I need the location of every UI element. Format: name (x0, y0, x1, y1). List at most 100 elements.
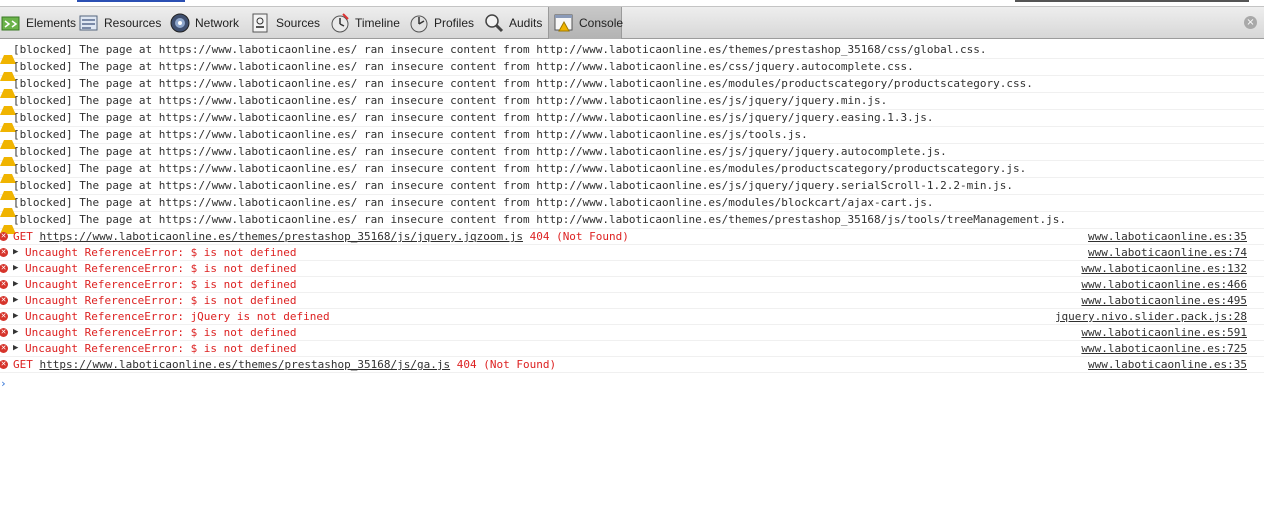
message-prefix: [blocked] The page at (13, 111, 159, 124)
source-link[interactable]: www.laboticaonline.es:74 (1088, 245, 1247, 260)
message-prefix: [blocked] The page at (13, 60, 159, 73)
console-warning-row: [blocked] The page at https://www.laboti… (0, 144, 1264, 166)
timeline-icon (329, 12, 351, 34)
expand-triangle-icon[interactable]: ▶ (13, 341, 18, 356)
expand-triangle-icon[interactable]: ▶ (13, 325, 18, 340)
audits-icon (483, 12, 505, 34)
page-url: https://www.laboticaonline.es/ (158, 162, 358, 175)
http-method: GET (13, 358, 40, 371)
message-prefix: [blocked] The page at (13, 94, 159, 107)
source-link[interactable]: www.laboticaonline.es:495 (1081, 293, 1247, 308)
message-mid: ran insecure content from (357, 145, 537, 158)
console-error-row: ✕ GET https://www.laboticaonline.es/theme… (0, 357, 1264, 373)
message-mid: ran insecure content from (357, 43, 537, 56)
page-url: https://www.laboticaonline.es/ (158, 145, 358, 158)
error-message: Uncaught ReferenceError: $ is not define… (25, 326, 297, 339)
page-url: https://www.laboticaonline.es/ (158, 213, 358, 226)
message-mid: ran insecure content from (357, 162, 537, 175)
page-url: https://www.laboticaonline.es/ (158, 196, 358, 209)
tab-console[interactable]: Console (548, 7, 623, 39)
request-url-link[interactable]: https://www.laboticaonline.es/themes/pre… (40, 358, 451, 371)
error-icon: ✕ (0, 328, 8, 337)
expand-triangle-icon[interactable]: ▶ (13, 309, 18, 324)
source-link[interactable]: jquery.nivo.slider.pack.js:28 (1055, 309, 1247, 324)
warning-message: [blocked] The page at https://www.laboti… (13, 178, 1013, 194)
source-link[interactable]: www.laboticaonline.es:35 (1088, 357, 1247, 372)
tab-label: Elements (26, 16, 77, 30)
console-warning-row: [blocked] The page at https://www.laboti… (0, 110, 1264, 132)
resource-url: http://www.laboticaonline.es/themes/pres… (536, 213, 1067, 226)
expand-triangle-icon[interactable]: ▶ (13, 261, 18, 276)
warning-message: [blocked] The page at https://www.laboti… (13, 144, 947, 160)
page-url: https://www.laboticaonline.es/ (158, 94, 358, 107)
resource-url: http://www.laboticaonline.es/css/jquery.… (536, 60, 914, 73)
console-prompt-icon[interactable]: › (0, 377, 7, 390)
source-link[interactable]: www.laboticaonline.es:35 (1088, 229, 1247, 244)
console-warning-row: [blocked] The page at https://www.laboti… (0, 195, 1264, 217)
tab-label: Resources (104, 16, 162, 30)
tab-profiles[interactable]: Profiles (408, 7, 480, 39)
console-error-row: ✕ ▶ Uncaught ReferenceError: $ is not defi… (0, 261, 1264, 277)
error-message: Uncaught ReferenceError: $ is not define… (25, 294, 297, 307)
console-icon (553, 12, 575, 34)
warning-message: [blocked] The page at https://www.laboti… (13, 42, 987, 58)
console-warning-row: [blocked] The page at https://www.laboti… (0, 127, 1264, 149)
sources-icon (250, 12, 272, 34)
page-url: https://www.laboticaonline.es/ (158, 128, 358, 141)
source-link[interactable]: www.laboticaonline.es:132 (1081, 261, 1247, 276)
profiles-icon (408, 12, 430, 34)
message-prefix: [blocked] The page at (13, 128, 159, 141)
warning-message: [blocked] The page at https://www.laboti… (13, 195, 934, 211)
error-message: Uncaught ReferenceError: jQuery is not d… (25, 310, 330, 323)
console-warning-row: [blocked] The page at https://www.laboti… (0, 76, 1264, 98)
expand-triangle-icon[interactable]: ▶ (13, 245, 18, 260)
error-icon: ✕ (0, 344, 8, 353)
resource-url: http://www.laboticaonline.es/js/jquery/j… (536, 111, 934, 124)
error-icon: ✕ (0, 232, 8, 241)
tab-label: Profiles (434, 16, 475, 30)
console-warning-row: [blocked] The page at https://www.laboti… (0, 212, 1264, 234)
console-warning-row: [blocked] The page at https://www.laboti… (0, 161, 1264, 183)
request-url-link[interactable]: https://www.laboticaonline.es/themes/pre… (40, 230, 523, 243)
console-log: [blocked] The page at https://www.laboti… (0, 42, 1264, 373)
message-mid: ran insecure content from (357, 128, 537, 141)
page-url: https://www.laboticaonline.es/ (158, 60, 358, 73)
tab-timeline[interactable]: Timeline (329, 7, 405, 39)
message-prefix: [blocked] The page at (13, 179, 159, 192)
message-mid: ran insecure content from (357, 94, 537, 107)
page-url: https://www.laboticaonline.es/ (158, 77, 358, 90)
tab-network[interactable]: Network (169, 7, 245, 39)
expand-triangle-icon[interactable]: ▶ (13, 277, 18, 292)
error-icon: ✕ (0, 280, 8, 289)
source-link[interactable]: www.laboticaonline.es:466 (1081, 277, 1247, 292)
error-icon: ✕ (0, 264, 8, 273)
elements-icon (0, 12, 22, 34)
tab-label: Network (195, 16, 240, 30)
warning-message: [blocked] The page at https://www.laboti… (13, 76, 1033, 92)
close-icon[interactable]: × (1244, 16, 1257, 29)
resource-url: http://www.laboticaonline.es/modules/pro… (536, 77, 1033, 90)
console-error-row: ✕ ▶ Uncaught ReferenceError: jQuery is not… (0, 309, 1264, 325)
tab-resources[interactable]: Resources (78, 7, 166, 39)
tab-elements[interactable]: Elements (0, 7, 76, 39)
error-message: Uncaught ReferenceError: $ is not define… (25, 342, 297, 355)
console-error-row: ✕ ▶ Uncaught ReferenceError: $ is not defi… (0, 293, 1264, 309)
error-icon: ✕ (0, 360, 8, 369)
error-message: Uncaught ReferenceError: $ is not define… (25, 278, 297, 291)
message-mid: ran insecure content from (357, 111, 537, 124)
console-warning-row: [blocked] The page at https://www.laboti… (0, 93, 1264, 115)
tab-label: Timeline (355, 16, 400, 30)
http-status: 404 (Not Found) (450, 358, 557, 371)
message-mid: ran insecure content from (357, 196, 537, 209)
http-status: 404 (Not Found) (522, 230, 629, 243)
message-prefix: [blocked] The page at (13, 43, 159, 56)
resource-url: http://www.laboticaonline.es/js/jquery/j… (536, 145, 947, 158)
tab-audits[interactable]: Audits (483, 7, 545, 39)
console-error-row: ✕ GET https://www.laboticaonline.es/theme… (0, 229, 1264, 245)
tab-label: Audits (509, 16, 543, 30)
source-link[interactable]: www.laboticaonline.es:725 (1081, 341, 1247, 356)
expand-triangle-icon[interactable]: ▶ (13, 293, 18, 308)
tab-sources[interactable]: Sources (250, 7, 326, 39)
source-link[interactable]: www.laboticaonline.es:591 (1081, 325, 1247, 340)
resource-url: http://www.laboticaonline.es/js/jquery/j… (536, 179, 1014, 192)
